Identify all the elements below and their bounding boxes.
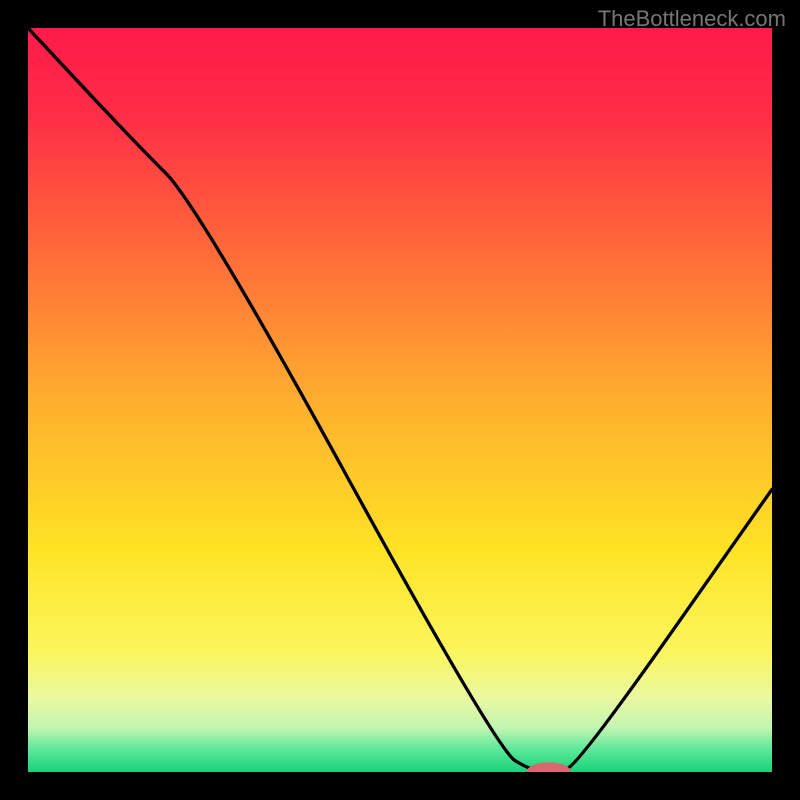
watermark-text: TheBottleneck.com [598,6,786,32]
plot-area [28,28,772,772]
chart-svg [28,28,772,772]
background-rect [28,28,772,772]
